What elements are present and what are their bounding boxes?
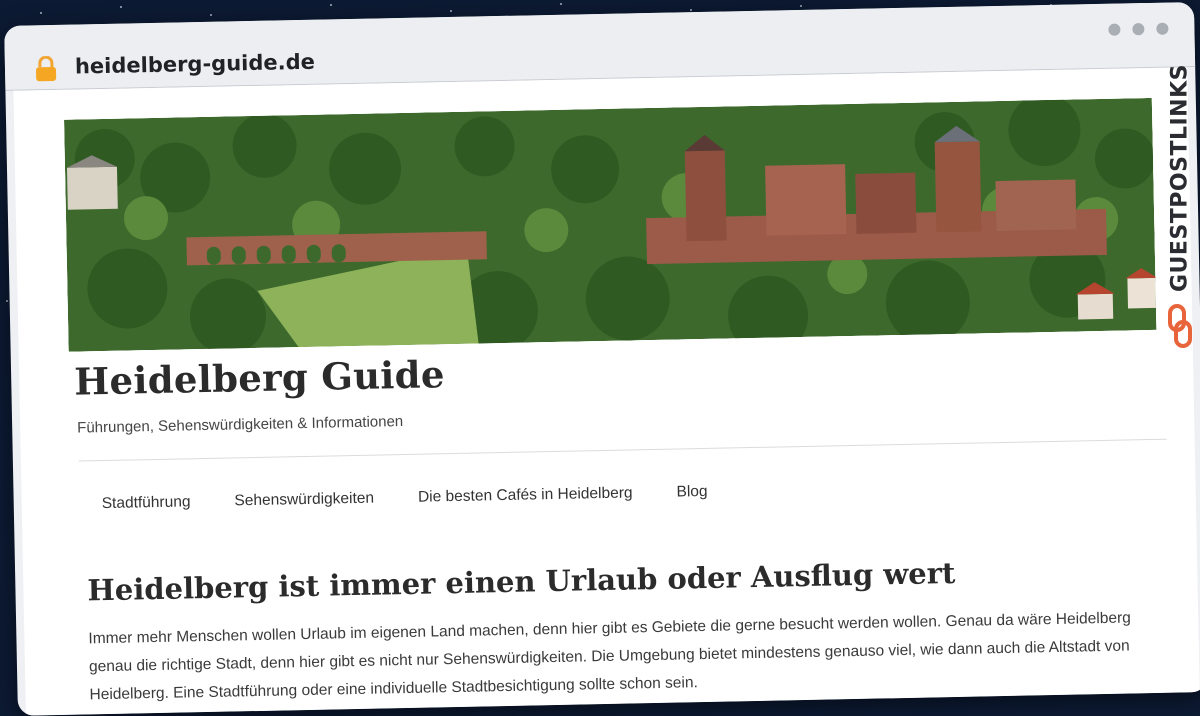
nav-item-stadtfuehrung[interactable]: Stadtführung [79, 479, 213, 522]
window-dot-icon[interactable] [1108, 23, 1121, 36]
window-control-dots[interactable] [1108, 22, 1169, 36]
header-image-heidelberg-castle [64, 97, 1157, 352]
article-headline: Heidelberg ist immer einen Urlaub oder A… [87, 555, 956, 608]
nav-item-sehenswuerdigkeiten[interactable]: Sehenswürdigkeiten [212, 475, 396, 519]
nav-item-blog[interactable]: Blog [654, 468, 730, 509]
site-tagline: Führungen, Sehenswürdigkeiten & Informat… [77, 413, 404, 437]
article-body: Immer mehr Menschen wollen Urlaub im eig… [88, 603, 1179, 709]
header-divider [78, 438, 1167, 462]
guestpostlinks-watermark: GUESTPOSTLINKS [1162, 60, 1198, 360]
window-dot-icon[interactable] [1156, 22, 1169, 35]
main-navigation: Stadtführung Sehenswürdigkeiten Die best… [79, 468, 730, 521]
brand-name: GUESTPOSTLINKS [1167, 64, 1193, 292]
nav-item-cafes[interactable]: Die besten Cafés in Heidelberg [396, 470, 655, 515]
lock-icon [36, 55, 57, 82]
site-title[interactable]: Heidelberg Guide [74, 352, 445, 403]
browser-window: heidelberg-guide.de Heidelberg Guide Füh… [4, 2, 1200, 716]
link-chain-icon [1168, 304, 1192, 348]
web-page: Heidelberg Guide Führungen, Sehenswürdig… [13, 67, 1200, 716]
window-dot-icon[interactable] [1132, 23, 1145, 36]
url-text[interactable]: heidelberg-guide.de [75, 50, 315, 79]
